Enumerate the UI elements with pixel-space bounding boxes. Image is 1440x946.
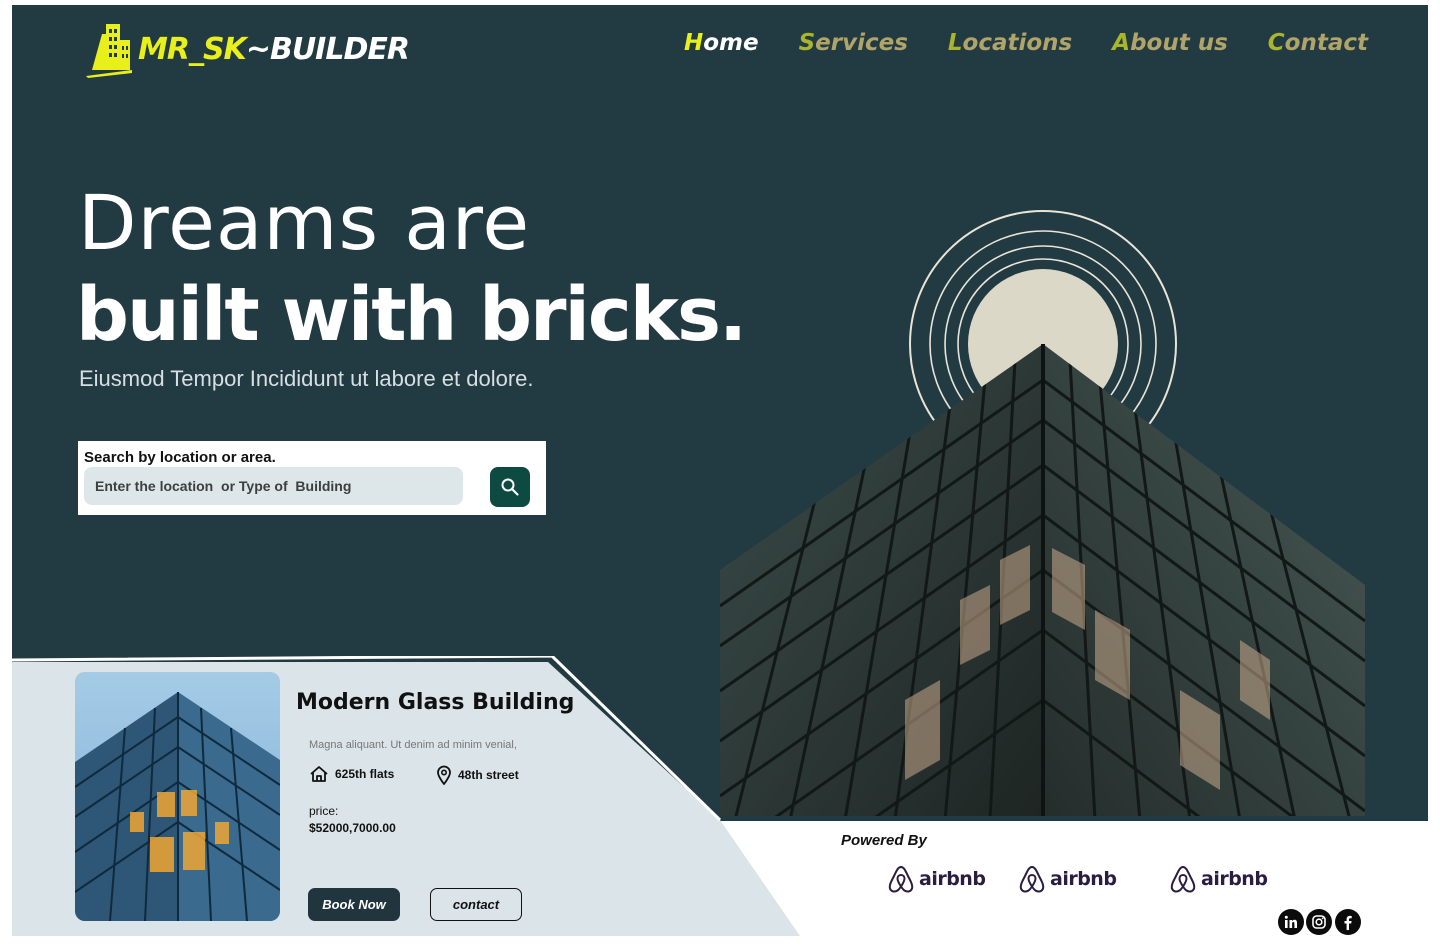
search-icon (501, 478, 519, 496)
partner-logo-1[interactable]: airbnb (887, 864, 986, 894)
linkedin-link[interactable] (1278, 909, 1304, 935)
book-now-button[interactable]: Book Now (308, 888, 400, 921)
headline-line2: built with bricks. (76, 272, 747, 358)
nav-services-label: ervices (815, 30, 908, 56)
location-pin-icon (437, 765, 451, 785)
powered-by-label: Powered By (841, 832, 927, 849)
hero-subtitle: Eiusmod Tempor Incididunt ut labore et d… (79, 366, 534, 391)
partner-name-2: airbnb (1050, 868, 1117, 890)
card-building-photo[interactable] (75, 672, 280, 921)
partner-logo-2[interactable]: airbnb (1018, 864, 1117, 894)
home-icon (310, 766, 328, 782)
airbnb-icon (1170, 865, 1196, 893)
main-nav: Home Services Locations About us Contact (684, 30, 1368, 56)
brand-name: MR_SK~BUILDER (138, 31, 410, 67)
card-price-value: $52000,7000.00 (309, 821, 396, 835)
facebook-icon (1344, 915, 1352, 930)
nav-home-initial: H (683, 30, 704, 56)
card-description: Magna aliquant. Ut denim ad minim venial… (309, 739, 517, 751)
search-panel: Search by location or area. (78, 441, 546, 515)
nav-locations-initial: L (947, 30, 963, 56)
partner-logo-3[interactable]: airbnb (1169, 864, 1268, 894)
nav-home[interactable]: Home (684, 30, 759, 56)
card-price-label: price: (309, 804, 339, 818)
linkedin-icon (1284, 915, 1297, 928)
facebook-link[interactable] (1335, 909, 1361, 935)
nav-locations-label: ocations (962, 30, 1073, 56)
nav-contact-initial: C (1267, 30, 1285, 56)
brand-logo[interactable]: MR_SK~BUILDER (86, 20, 410, 78)
airbnb-icon (888, 865, 914, 893)
search-input[interactable] (84, 467, 463, 505)
card-title: Modern Glass Building (296, 690, 575, 715)
nav-contact-label: ontact (1284, 30, 1368, 56)
instagram-link[interactable] (1306, 909, 1332, 935)
headline-line1: Dreams are (78, 178, 531, 267)
glass-building-image (75, 672, 280, 921)
search-label: Search by location or area. (84, 449, 276, 466)
card-flats-text: 625th flats (335, 767, 395, 781)
instagram-icon (1312, 915, 1326, 929)
nav-about-initial: A (1112, 30, 1131, 56)
building-icon (86, 24, 132, 78)
card-flats: 625th flats (309, 765, 394, 783)
brand-name-part2: ~BUILDER (245, 31, 410, 67)
nav-home-label: ome (703, 30, 759, 56)
nav-contact[interactable]: Contact (1268, 30, 1368, 56)
partner-name-1: airbnb (919, 868, 986, 890)
nav-about-us[interactable]: About us (1112, 30, 1228, 56)
airbnb-icon (1019, 865, 1045, 893)
nav-about-label: bout us (1130, 30, 1228, 56)
nav-services-initial: S (798, 30, 816, 56)
card-location: 48th street (436, 765, 519, 785)
brand-name-part1: MR_SK (138, 31, 247, 67)
partner-name-3: airbnb (1201, 868, 1268, 890)
nav-locations[interactable]: Locations (948, 30, 1072, 56)
card-street-text: 48th street (458, 768, 519, 782)
nav-services[interactable]: Services (799, 30, 908, 56)
search-button[interactable] (490, 467, 530, 507)
contact-button[interactable]: contact (430, 888, 522, 921)
